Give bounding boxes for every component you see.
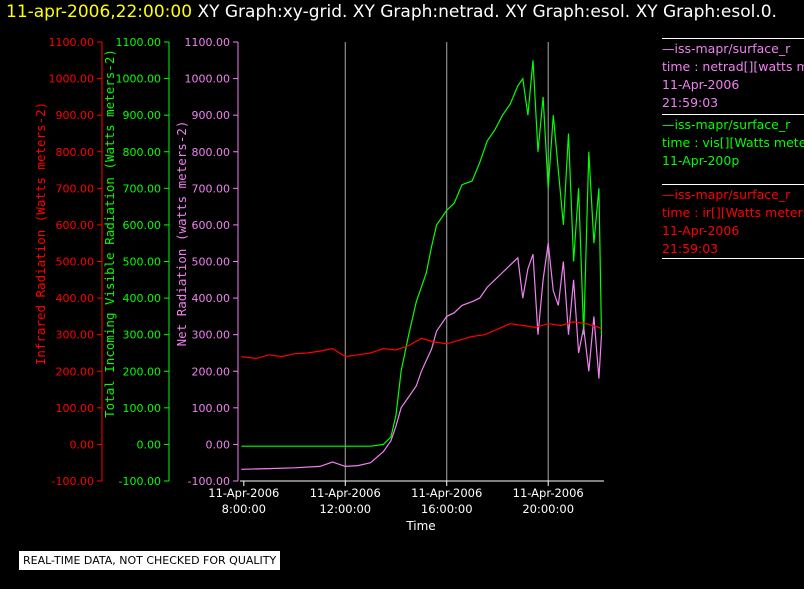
y-tick-label: 800.00: [56, 146, 95, 159]
quality-note: REAL-TIME DATA, NOT CHECKED FOR QUALITY: [19, 551, 281, 570]
y-tick-label: 100.00: [192, 402, 231, 415]
y-tick-label: 500.00: [56, 256, 95, 269]
y-tick-label: 700.00: [56, 182, 95, 195]
series-lines: [241, 60, 603, 470]
y-tick-label: 0.00: [206, 438, 231, 451]
y-tick-label: 600.00: [192, 219, 231, 232]
legend-date: 11-Apr-2006: [662, 223, 740, 238]
y-tick-label: 0.00: [137, 438, 162, 451]
y-tick-label: 1000.00: [49, 73, 95, 86]
y-tick-label: 600.00: [123, 219, 162, 232]
y-tick-label: 1000.00: [116, 73, 162, 86]
y-tick-label: 600.00: [56, 219, 95, 232]
y-tick-label: 500.00: [123, 256, 162, 269]
y-tick-label: 400.00: [192, 292, 231, 305]
legend-time: 21:59:03: [662, 95, 719, 110]
y-tick-label: 300.00: [192, 329, 231, 342]
y-tick-label: 1000.00: [185, 73, 231, 86]
y-tick-label: 200.00: [56, 365, 95, 378]
legend-field: time : ir[][Watts meters: [662, 205, 804, 220]
y-tick-label: 200.00: [192, 365, 231, 378]
x-tick-time: 8:00:00: [222, 502, 266, 516]
series-line: [241, 60, 603, 447]
x-tick-time: 20:00:00: [522, 502, 574, 516]
legend-date: 11-Apr-2006: [662, 77, 740, 92]
y-tick-label: 400.00: [123, 292, 162, 305]
x-tick-date: 11-Apr-2006: [310, 486, 381, 500]
y-tick-label: 1100.00: [49, 36, 95, 49]
y-tick-label: 700.00: [192, 182, 231, 195]
y-tick-label: 700.00: [123, 182, 162, 195]
x-tick-time: 12:00:00: [319, 502, 371, 516]
legend-source: —iss-mapr/surface_r: [662, 41, 791, 56]
y-tick-label: 800.00: [192, 146, 231, 159]
y-tick-label: 1100.00: [116, 36, 162, 49]
legend: —iss-mapr/surface_r time : netrad[][watt…: [662, 38, 804, 275]
y-tick-label: 300.00: [56, 329, 95, 342]
x-axis-title: Time: [405, 519, 435, 533]
legend-date: 11-Apr-200p: [662, 153, 740, 168]
legend-field: time : vis[][Watts mete: [662, 135, 804, 150]
series-line: [241, 243, 603, 470]
series-line: [241, 321, 602, 360]
x-tick-time: 16:00:00: [421, 502, 473, 516]
y-tick-label: 1100.00: [185, 36, 231, 49]
y-tick-label: 900.00: [56, 109, 95, 122]
legend-field: time : netrad[][watts me: [662, 59, 804, 74]
y-tick-label: 100.00: [56, 402, 95, 415]
y-axis-title: Total Incoming Visible Radiation (Watts …: [102, 49, 117, 418]
y-tick-label: 900.00: [123, 109, 162, 122]
y-tick-label: 900.00: [192, 109, 231, 122]
legend-source: —iss-mapr/surface_r: [662, 187, 791, 202]
legend-entry-netrad: —iss-mapr/surface_r time : netrad[][watt…: [662, 38, 804, 112]
x-tick-date: 11-Apr-2006: [208, 486, 279, 500]
axes: -100.00 0.00 100.00 200.00 300.00 400.00 500.0…: [33, 36, 604, 533]
x-tick-date: 11-Apr-2006: [513, 486, 584, 500]
legend-source: —iss-mapr/surface_r: [662, 117, 791, 132]
y-tick-label: 200.00: [123, 365, 162, 378]
y-tick-label: -100.00: [119, 475, 161, 488]
y-axis-title: Infrared Radiation (Watts meters-2): [33, 102, 48, 365]
y-tick-label: 300.00: [123, 329, 162, 342]
y-tick-label: 400.00: [56, 292, 95, 305]
legend-entry-vis: —iss-mapr/surface_r time : vis[][Watts m…: [662, 114, 804, 170]
y-tick-label: 0.00: [70, 438, 95, 451]
x-tick-date: 11-Apr-2006: [411, 486, 482, 500]
y-tick-label: -100.00: [52, 475, 94, 488]
y-axis-title: Net Radiation (watts meters-2): [174, 121, 189, 347]
legend-entry-ir: —iss-mapr/surface_r time : ir[][Watts me…: [662, 184, 804, 259]
y-tick-label: 800.00: [123, 146, 162, 159]
y-tick-label: 500.00: [192, 256, 231, 269]
y-tick-label: 100.00: [123, 402, 162, 415]
legend-time: 21:59:03: [662, 241, 719, 256]
